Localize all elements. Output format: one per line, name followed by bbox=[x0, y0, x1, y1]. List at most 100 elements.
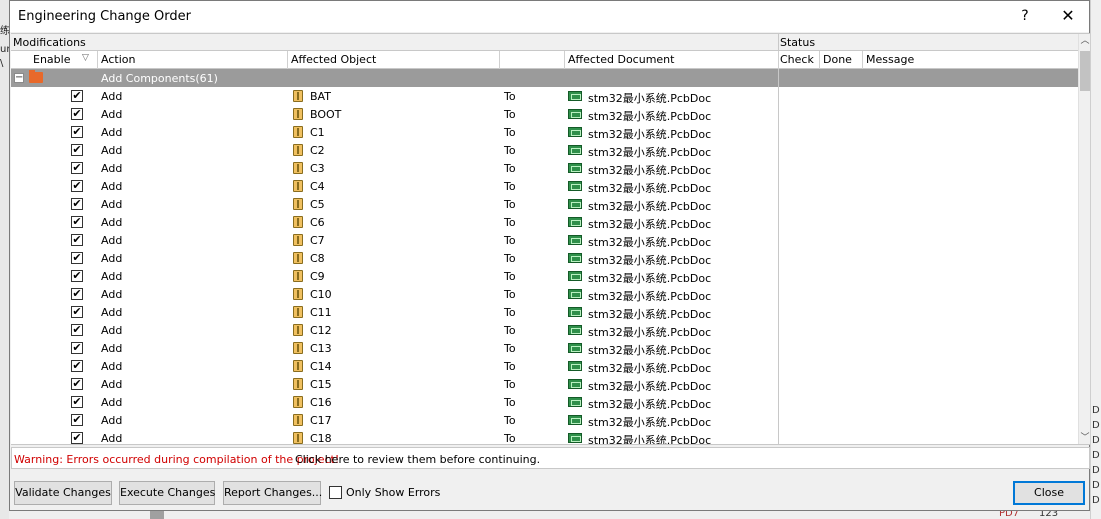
action-cell: Add bbox=[101, 432, 123, 445]
to-cell: To bbox=[504, 90, 516, 103]
table-row[interactable]: ✔ Add C17 To stm32最小系统.PcbDoc bbox=[11, 411, 1078, 429]
column-divider[interactable] bbox=[97, 51, 98, 69]
column-divider[interactable] bbox=[499, 51, 500, 69]
table-row[interactable]: ✔ Add C3 To stm32最小系统.PcbDoc bbox=[11, 159, 1078, 177]
scroll-up-icon[interactable]: ︿ bbox=[1079, 34, 1090, 48]
enable-checkbox[interactable]: ✔ bbox=[71, 378, 83, 390]
affected-document-cell: stm32最小系统.PcbDoc bbox=[588, 92, 712, 105]
table-row[interactable]: ✔ Add C11 To stm32最小系统.PcbDoc bbox=[11, 303, 1078, 321]
table-row[interactable]: ✔ Add C4 To stm32最小系统.PcbDoc bbox=[11, 177, 1078, 195]
component-icon bbox=[293, 288, 303, 300]
affected-object-cell: C18 bbox=[310, 432, 332, 445]
collapse-toggle[interactable]: − bbox=[14, 73, 24, 83]
column-header-done[interactable]: Done bbox=[823, 53, 852, 66]
enable-checkbox[interactable]: ✔ bbox=[71, 126, 83, 138]
enable-checkbox[interactable]: ✔ bbox=[71, 396, 83, 408]
scroll-down-icon[interactable]: ﹀ bbox=[1079, 431, 1090, 444]
column-header-affected-document[interactable]: Affected Document bbox=[568, 53, 674, 66]
enable-checkbox[interactable]: ✔ bbox=[71, 414, 83, 426]
column-divider[interactable] bbox=[287, 51, 288, 69]
enable-checkbox[interactable]: ✔ bbox=[71, 432, 83, 444]
column-divider[interactable] bbox=[778, 51, 779, 69]
to-cell: To bbox=[504, 342, 516, 355]
column-divider[interactable] bbox=[819, 51, 820, 69]
close-window-button[interactable]: ✕ bbox=[1049, 5, 1087, 29]
enable-checkbox[interactable]: ✔ bbox=[71, 144, 83, 156]
filter-icon[interactable]: ▽ bbox=[82, 53, 89, 63]
column-header-check[interactable]: Check bbox=[780, 53, 814, 66]
review-errors-link[interactable]: Click here to review them before continu… bbox=[295, 453, 540, 466]
table-row[interactable]: ✔ Add BAT To stm32最小系统.PcbDoc bbox=[11, 87, 1078, 105]
pcb-document-icon bbox=[568, 415, 582, 425]
enable-checkbox[interactable]: ✔ bbox=[71, 270, 83, 282]
column-header-enable[interactable]: Enable bbox=[33, 53, 70, 66]
enable-checkbox[interactable]: ✔ bbox=[71, 180, 83, 192]
validate-changes-button[interactable]: Validate Changes bbox=[14, 481, 112, 505]
vertical-scrollbar[interactable]: ︿ ﹀ bbox=[1078, 34, 1090, 444]
enable-checkbox[interactable]: ✔ bbox=[71, 288, 83, 300]
table-row[interactable]: ✔ Add C1 To stm32最小系统.PcbDoc bbox=[11, 123, 1078, 141]
pcb-document-icon bbox=[568, 379, 582, 389]
table-row[interactable]: ✔ Add C12 To stm32最小系统.PcbDoc bbox=[11, 321, 1078, 339]
scroll-thumb[interactable] bbox=[1080, 51, 1090, 91]
enable-checkbox[interactable]: ✔ bbox=[71, 234, 83, 246]
enable-checkbox[interactable]: ✔ bbox=[71, 216, 83, 228]
to-cell: To bbox=[504, 162, 516, 175]
pcb-document-icon bbox=[568, 91, 582, 101]
warning-bar[interactable]: Warning: Errors occurred during compilat… bbox=[11, 447, 1090, 469]
affected-document-cell: stm32最小系统.PcbDoc bbox=[588, 200, 712, 213]
table-row[interactable]: ✔ Add C2 To stm32最小系统.PcbDoc bbox=[11, 141, 1078, 159]
pcb-document-icon bbox=[568, 163, 582, 173]
table-row[interactable]: ✔ Add C16 To stm32最小系统.PcbDoc bbox=[11, 393, 1078, 411]
table-row[interactable]: ✔ Add C8 To stm32最小系统.PcbDoc bbox=[11, 249, 1078, 267]
enable-checkbox[interactable]: ✔ bbox=[71, 342, 83, 354]
table-row[interactable]: ✔ Add C7 To stm32最小系统.PcbDoc bbox=[11, 231, 1078, 249]
enable-checkbox[interactable]: ✔ bbox=[71, 360, 83, 372]
column-header-message[interactable]: Message bbox=[866, 53, 914, 66]
column-divider[interactable] bbox=[862, 51, 863, 69]
enable-checkbox[interactable]: ✔ bbox=[71, 198, 83, 210]
table-row[interactable]: ✔ Add BOOT To stm32最小系统.PcbDoc bbox=[11, 105, 1078, 123]
table-row[interactable]: ✔ Add C14 To stm32最小系统.PcbDoc bbox=[11, 357, 1078, 375]
table-row[interactable]: ✔ Add C6 To stm32最小系统.PcbDoc bbox=[11, 213, 1078, 231]
enable-checkbox[interactable]: ✔ bbox=[71, 324, 83, 336]
warning-text: Warning: Errors occurred during compilat… bbox=[14, 453, 340, 466]
table-row[interactable]: ✔ Add C13 To stm32最小系统.PcbDoc bbox=[11, 339, 1078, 357]
to-cell: To bbox=[504, 234, 516, 247]
affected-document-cell: stm32最小系统.PcbDoc bbox=[588, 290, 712, 303]
background-bottom-strip: PD7 123 bbox=[9, 508, 1090, 519]
close-button[interactable]: Close bbox=[1013, 481, 1085, 505]
execute-changes-button[interactable]: Execute Changes bbox=[119, 481, 215, 505]
action-cell: Add bbox=[101, 324, 123, 337]
action-cell: Add bbox=[101, 342, 123, 355]
affected-object-cell: C13 bbox=[310, 342, 332, 355]
to-cell: To bbox=[504, 126, 516, 139]
column-header-row: Enable ▽ Action Affected Object Affected… bbox=[11, 51, 1078, 69]
column-header-affected-object[interactable]: Affected Object bbox=[291, 53, 376, 66]
affected-document-cell: stm32最小系统.PcbDoc bbox=[588, 110, 712, 123]
enable-checkbox[interactable]: ✔ bbox=[71, 306, 83, 318]
help-button[interactable]: ? bbox=[1003, 5, 1047, 29]
table-row[interactable]: ✔ Add C9 To stm32最小系统.PcbDoc bbox=[11, 267, 1078, 285]
enable-checkbox[interactable]: ✔ bbox=[71, 252, 83, 264]
enable-checkbox[interactable]: ✔ bbox=[71, 90, 83, 102]
table-row[interactable]: ✔ Add C10 To stm32最小系统.PcbDoc bbox=[11, 285, 1078, 303]
table-row[interactable]: ✔ Add C5 To stm32最小系统.PcbDoc bbox=[11, 195, 1078, 213]
enable-checkbox[interactable]: ✔ bbox=[71, 108, 83, 120]
table-row[interactable]: ✔ Add C18 To stm32最小系统.PcbDoc bbox=[11, 429, 1078, 445]
only-show-errors-box[interactable] bbox=[329, 486, 342, 499]
pcb-document-icon bbox=[568, 271, 582, 281]
group-row-add-components[interactable]: − Add Components(61) bbox=[11, 69, 1078, 87]
action-cell: Add bbox=[101, 270, 123, 283]
table-row[interactable]: ✔ Add C15 To stm32最小系统.PcbDoc bbox=[11, 375, 1078, 393]
action-cell: Add bbox=[101, 90, 123, 103]
enable-checkbox[interactable]: ✔ bbox=[71, 162, 83, 174]
column-divider[interactable] bbox=[564, 51, 565, 69]
only-show-errors-label[interactable]: Only Show Errors bbox=[346, 486, 440, 499]
pcb-document-icon bbox=[568, 343, 582, 353]
action-cell: Add bbox=[101, 108, 123, 121]
report-changes-button[interactable]: Report Changes... bbox=[223, 481, 322, 505]
component-icon bbox=[293, 396, 303, 408]
column-header-action[interactable]: Action bbox=[101, 53, 135, 66]
affected-document-cell: stm32最小系统.PcbDoc bbox=[588, 344, 712, 357]
